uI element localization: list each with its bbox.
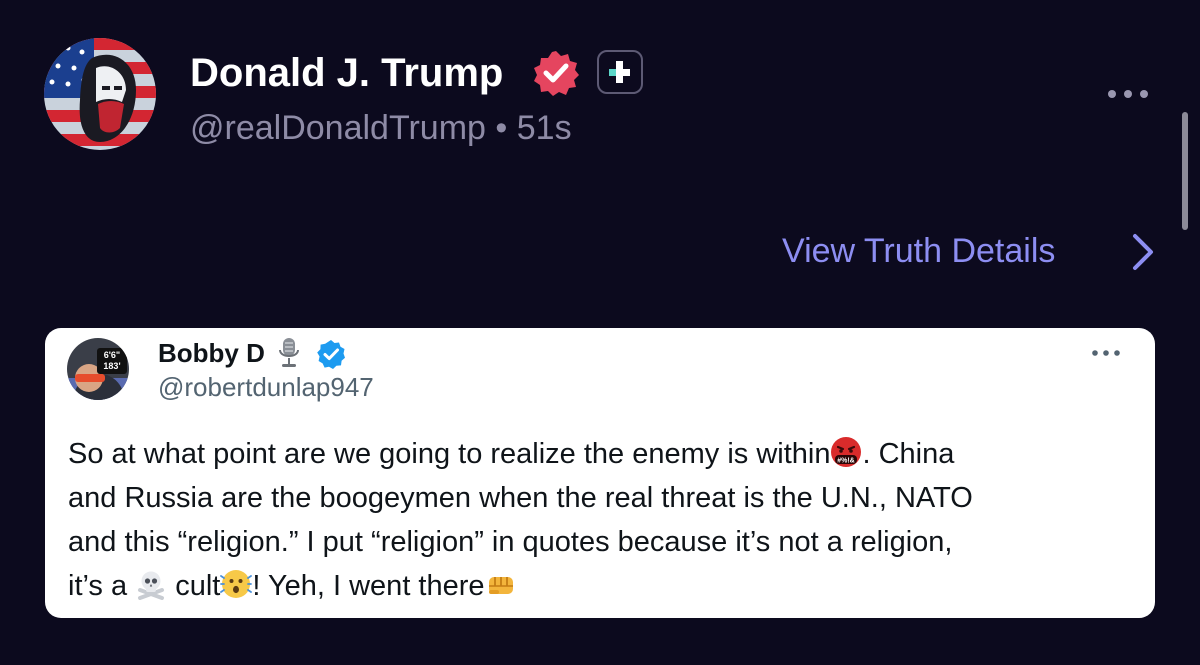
chevron-right-icon[interactable] [1128,232,1158,272]
quoted-post-card[interactable]: 6'6" 183' Bobby D @robertdunlap947 So at… [45,328,1155,618]
author-handle-line: @realDonaldTrump • 51s [190,108,572,148]
quoted-author-name[interactable]: Bobby D [158,337,265,369]
quoted-text-segment: cult [167,570,221,602]
author-display-name[interactable]: Donald J. Trump [190,50,503,96]
more-options-icon[interactable] [1091,346,1121,358]
quoted-post-text: So at what point are we going to realize… [68,432,1138,608]
shocked-face-emoji [220,568,253,600]
quoted-author-avatar[interactable]: 6'6" 183' [67,338,129,400]
quoted-text-segment: it’s a [68,570,136,602]
verified-badge-icon [531,48,581,98]
oncoming-fist-emoji [485,568,517,600]
scrollbar-thumb[interactable] [1182,112,1188,230]
handle-separator: • [495,109,508,147]
post-timestamp: 51s [516,109,572,147]
view-truth-details-link[interactable]: View Truth Details [782,228,1055,274]
microphone-icon [277,336,301,370]
quoted-text-segment: ! Yeh, I went there [252,570,485,602]
quoted-text-line-4: it’s a cult ! Yeh, I went there [68,564,1138,608]
quoted-text-line-1: So at what point are we going to realize… [68,432,1138,476]
author-avatar[interactable] [44,38,156,150]
more-options-icon[interactable] [1106,84,1150,104]
avatar-sign-bottom: 183' [103,361,120,371]
author-handle[interactable]: @realDonaldTrump [190,109,486,147]
quoted-text-segment: . China [862,438,955,470]
quoted-text-line-3: and this “religion.” I put “religion” in… [68,526,953,558]
avatar-sign-top: 6'6" [104,350,120,360]
emoji-symbols-text: #%!& [838,458,856,465]
verified-check-icon [315,338,347,370]
plus-badge-icon[interactable] [597,50,643,94]
post-header: Donald J. Trump @realDonaldTrump • 51s [0,0,1200,230]
quoted-text-line-2: and Russia are the boogeymen when the re… [68,482,973,514]
skull-crossbones-emoji [135,568,167,600]
quoted-text-segment: So at what point are we going to realize… [68,438,831,470]
angry-cursing-face-emoji: #%!& [830,436,862,468]
quoted-author-handle[interactable]: @robertdunlap947 [158,371,374,403]
